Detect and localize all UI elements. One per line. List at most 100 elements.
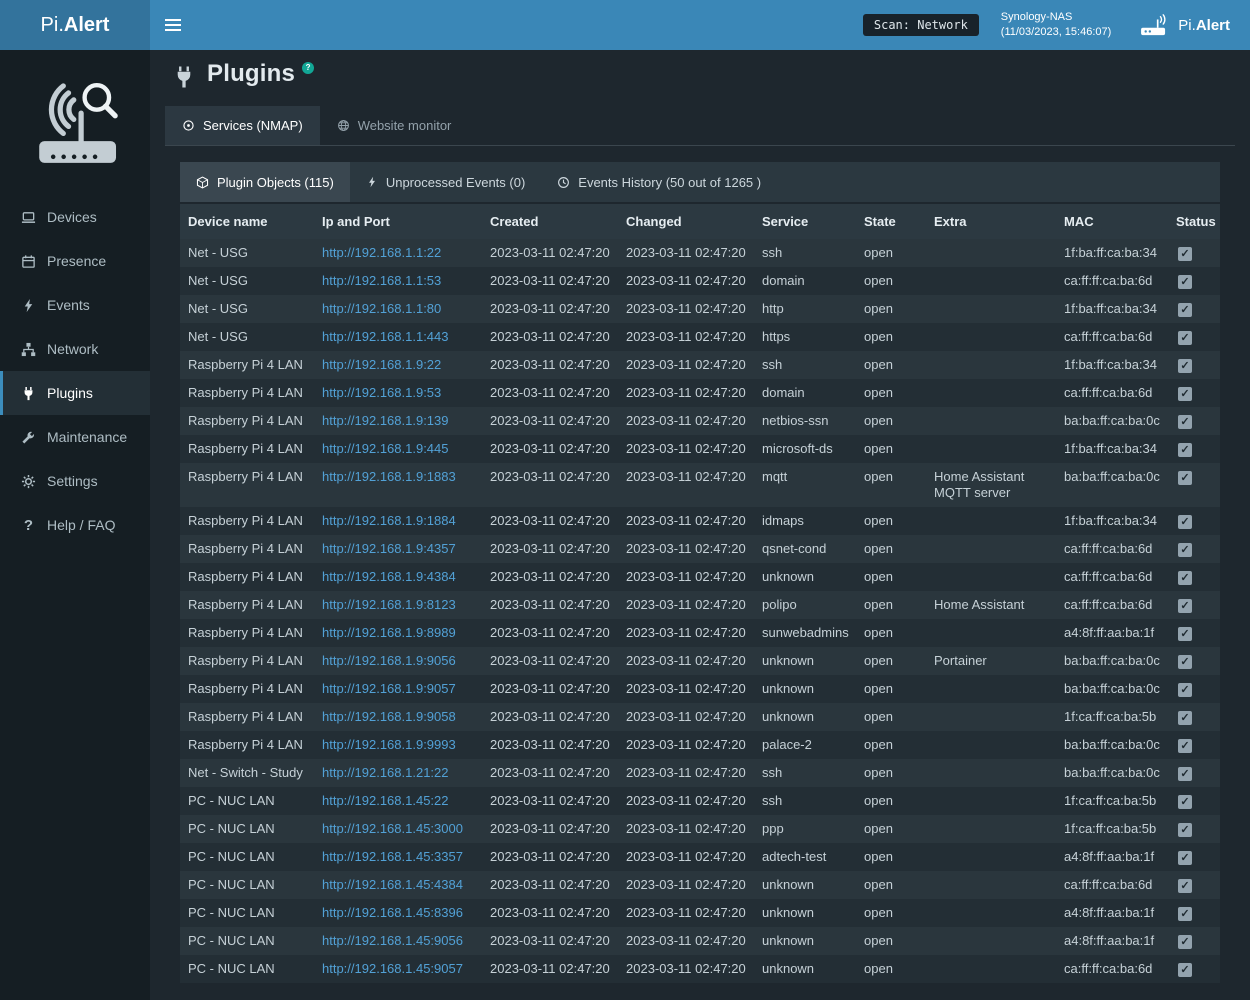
mac-cell: a4:8f:ff:aa:ba:1f	[1056, 927, 1168, 955]
sidebar-item-help-faq[interactable]: ? Help / FAQ	[0, 503, 150, 547]
status-checkbox[interactable]: ✓	[1178, 543, 1192, 557]
ip-port-link[interactable]: http://192.168.1.45:22	[322, 793, 449, 808]
help-badge-icon[interactable]: ?	[302, 62, 314, 74]
status-cell: ✓	[1168, 815, 1220, 843]
subtab-unprocessed-events[interactable]: Unprocessed Events (0)	[350, 162, 541, 202]
sidebar-item-settings[interactable]: Settings	[0, 459, 150, 503]
ip-port-link[interactable]: http://192.168.1.1:22	[322, 245, 441, 260]
sidebar-item-events[interactable]: Events	[0, 283, 150, 327]
status-checkbox[interactable]: ✓	[1178, 515, 1192, 529]
sidebar-item-label: Network	[47, 341, 98, 357]
status-checkbox[interactable]: ✓	[1178, 359, 1192, 373]
right-brand-bold: Alert	[1196, 17, 1230, 34]
table-row: Net - USGhttp://192.168.1.1:222023-03-11…	[180, 239, 1220, 267]
ip-port-link[interactable]: http://192.168.1.9:8989	[322, 625, 456, 640]
ip-port-link[interactable]: http://192.168.1.45:3357	[322, 849, 463, 864]
status-checkbox[interactable]: ✓	[1178, 471, 1192, 485]
ip-port-link[interactable]: http://192.168.1.9:9993	[322, 737, 456, 752]
status-checkbox[interactable]: ✓	[1178, 599, 1192, 613]
sidebar-toggle-button[interactable]	[150, 0, 196, 50]
table-row: Raspberry Pi 4 LANhttp://192.168.1.9:905…	[180, 647, 1220, 675]
status-checkbox[interactable]: ✓	[1178, 851, 1192, 865]
ip-port-link[interactable]: http://192.168.1.1:443	[322, 329, 449, 344]
status-checkbox[interactable]: ✓	[1178, 571, 1192, 585]
changed-cell: 2023-03-11 02:47:20	[618, 703, 754, 731]
status-checkbox[interactable]: ✓	[1178, 935, 1192, 949]
changed-cell: 2023-03-11 02:47:20	[618, 927, 754, 955]
extra-cell	[926, 435, 1056, 463]
ip-port-link[interactable]: http://192.168.1.45:9057	[322, 961, 463, 976]
status-checkbox[interactable]: ✓	[1178, 655, 1192, 669]
state-cell: open	[856, 323, 926, 351]
ip-port-link[interactable]: http://192.168.1.45:8396	[322, 905, 463, 920]
status-checkbox[interactable]: ✓	[1178, 711, 1192, 725]
subtab-plugin-objects[interactable]: Plugin Objects (115)	[180, 162, 350, 202]
status-checkbox[interactable]: ✓	[1178, 303, 1192, 317]
state-cell: open	[856, 787, 926, 815]
status-checkbox[interactable]: ✓	[1178, 443, 1192, 457]
status-checkbox[interactable]: ✓	[1178, 387, 1192, 401]
ip-port-link[interactable]: http://192.168.1.45:9056	[322, 933, 463, 948]
table-row: PC - NUC LANhttp://192.168.1.45:33572023…	[180, 843, 1220, 871]
ip-port-link[interactable]: http://192.168.1.9:1884	[322, 513, 456, 528]
sidebar-item-devices[interactable]: Devices	[0, 195, 150, 239]
sidebar-item-plugins[interactable]: Plugins	[0, 371, 150, 415]
status-checkbox[interactable]: ✓	[1178, 331, 1192, 345]
status-checkbox[interactable]: ✓	[1178, 879, 1192, 893]
device-name-cell: Raspberry Pi 4 LAN	[180, 407, 314, 435]
created-cell: 2023-03-11 02:47:20	[482, 507, 618, 535]
extra-cell	[926, 379, 1056, 407]
device-name-cell: Raspberry Pi 4 LAN	[180, 591, 314, 619]
device-name-cell: Raspberry Pi 4 LAN	[180, 535, 314, 563]
ip-port-link[interactable]: http://192.168.1.9:22	[322, 357, 441, 372]
subtab-label: Plugin Objects (115)	[217, 175, 334, 190]
changed-cell: 2023-03-11 02:47:20	[618, 731, 754, 759]
status-checkbox[interactable]: ✓	[1178, 823, 1192, 837]
ip-port-link[interactable]: http://192.168.1.9:1883	[322, 469, 456, 484]
ip-port-link[interactable]: http://192.168.1.9:9057	[322, 681, 456, 696]
status-checkbox[interactable]: ✓	[1178, 963, 1192, 977]
ip-port-link[interactable]: http://192.168.1.9:139	[322, 413, 449, 428]
ip-port-link[interactable]: http://192.168.1.9:445	[322, 441, 449, 456]
ip-port-link[interactable]: http://192.168.1.9:9056	[322, 653, 456, 668]
device-name-cell: Raspberry Pi 4 LAN	[180, 379, 314, 407]
app-brand[interactable]: Pi.Alert	[0, 0, 150, 50]
status-checkbox[interactable]: ✓	[1178, 627, 1192, 641]
sidebar-item-maintenance[interactable]: Maintenance	[0, 415, 150, 459]
ip-port-link[interactable]: http://192.168.1.9:4384	[322, 569, 456, 584]
extra-cell	[926, 955, 1056, 983]
ip-port-link[interactable]: http://192.168.1.45:4384	[322, 877, 463, 892]
ip-port-link[interactable]: http://192.168.1.9:53	[322, 385, 441, 400]
sidebar-item-network[interactable]: Network	[0, 327, 150, 371]
status-checkbox[interactable]: ✓	[1178, 275, 1192, 289]
ip-port-cell: http://192.168.1.1:22	[314, 239, 482, 267]
ip-port-link[interactable]: http://192.168.1.45:3000	[322, 821, 463, 836]
ip-port-link[interactable]: http://192.168.1.21:22	[322, 765, 449, 780]
status-checkbox[interactable]: ✓	[1178, 907, 1192, 921]
status-cell: ✓	[1168, 295, 1220, 323]
subtab-events-history[interactable]: Events History (50 out of 1265 )	[541, 162, 777, 202]
created-cell: 2023-03-11 02:47:20	[482, 899, 618, 927]
status-checkbox[interactable]: ✓	[1178, 683, 1192, 697]
status-checkbox[interactable]: ✓	[1178, 247, 1192, 261]
ip-port-link[interactable]: http://192.168.1.1:80	[322, 301, 441, 316]
status-checkbox[interactable]: ✓	[1178, 795, 1192, 809]
service-cell: unknown	[754, 675, 856, 703]
status-checkbox[interactable]: ✓	[1178, 415, 1192, 429]
tab-services-nmap[interactable]: Services (NMAP)	[165, 106, 320, 145]
ip-port-link[interactable]: http://192.168.1.9:4357	[322, 541, 456, 556]
state-cell: open	[856, 267, 926, 295]
created-cell: 2023-03-11 02:47:20	[482, 619, 618, 647]
ip-port-link[interactable]: http://192.168.1.9:9058	[322, 709, 456, 724]
table-head: Device nameIp and PortCreatedChangedServ…	[180, 204, 1220, 239]
service-cell: qsnet-cond	[754, 535, 856, 563]
ip-port-cell: http://192.168.1.45:9056	[314, 927, 482, 955]
mac-cell: 1f:ba:ff:ca:ba:34	[1056, 507, 1168, 535]
status-checkbox[interactable]: ✓	[1178, 739, 1192, 753]
status-checkbox[interactable]: ✓	[1178, 767, 1192, 781]
tab-website-monitor[interactable]: Website monitor	[320, 106, 469, 145]
ip-port-link[interactable]: http://192.168.1.1:53	[322, 273, 441, 288]
device-name-cell: Raspberry Pi 4 LAN	[180, 507, 314, 535]
sidebar-item-presence[interactable]: Presence	[0, 239, 150, 283]
ip-port-link[interactable]: http://192.168.1.9:8123	[322, 597, 456, 612]
